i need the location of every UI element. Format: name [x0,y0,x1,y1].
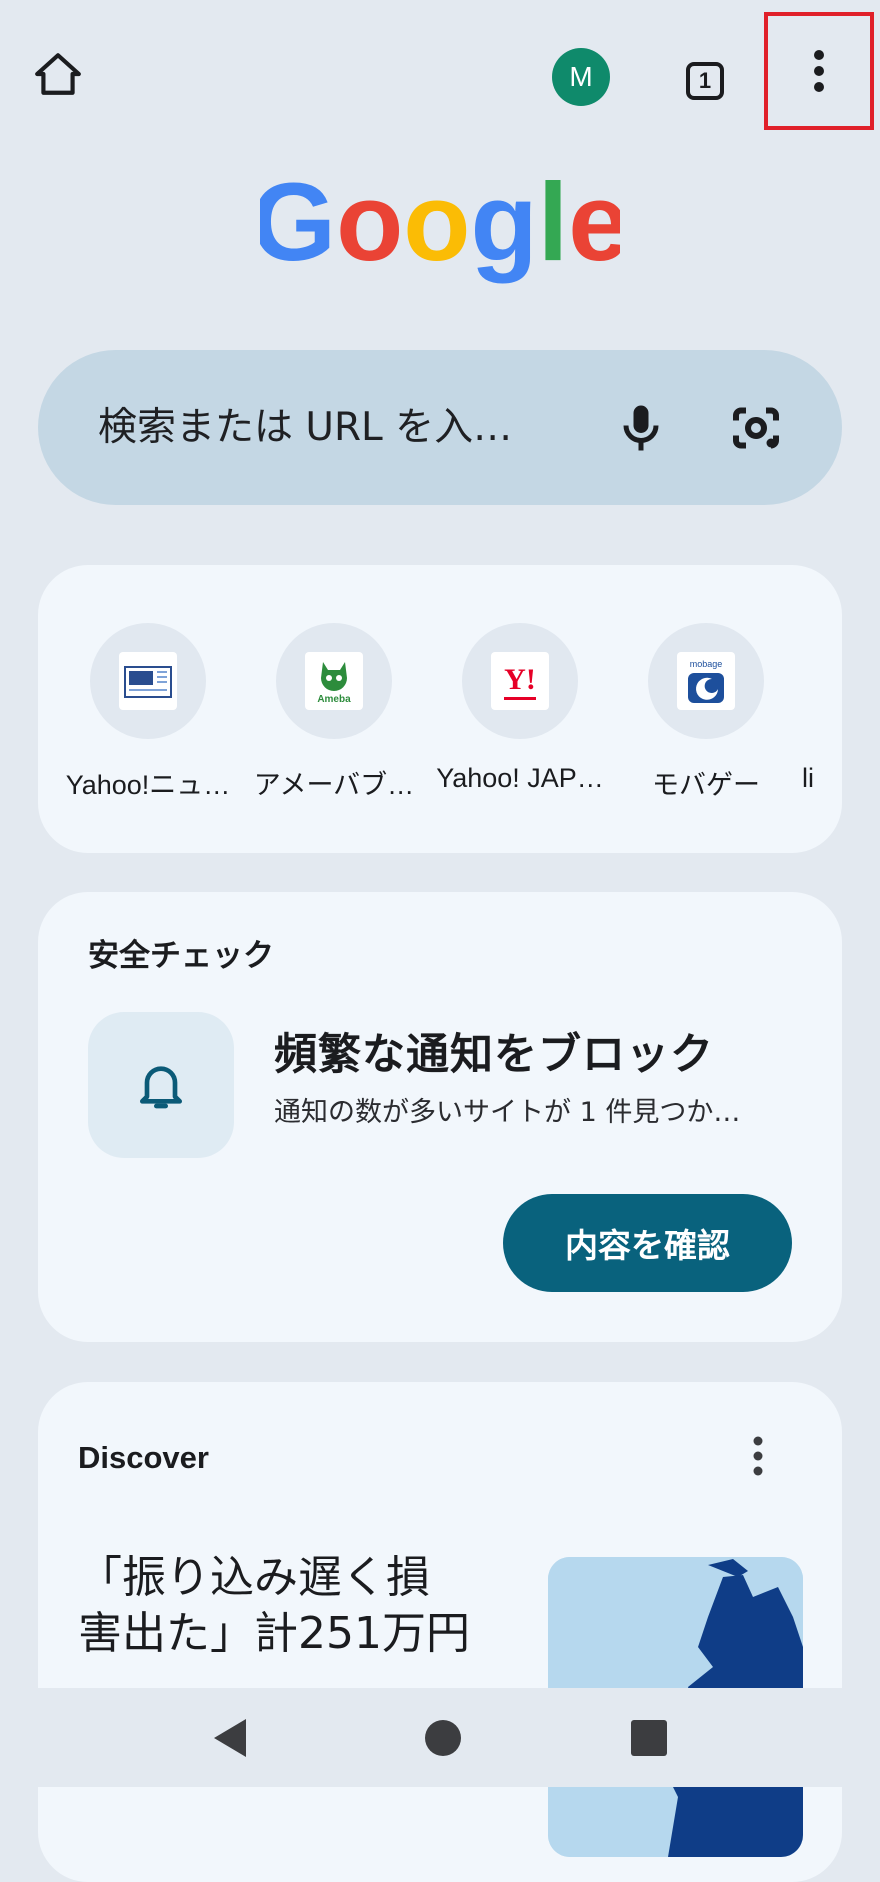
discover-title: Discover [78,1440,209,1475]
shortcut-label: モバゲー [652,770,760,800]
ameba-icon: Ameba [305,652,363,710]
shortcut-yahoo-japan[interactable]: Y! Yahoo! JAP… [430,623,610,794]
shortcut-label: アメーバブ… [253,770,415,800]
discover-menu-button[interactable] [728,1426,788,1486]
bell-icon-container [88,1012,234,1158]
logo-letter: o [336,161,403,284]
svg-text:mobage: mobage [690,659,723,669]
article-headline-line: 「振り込み遅く損 [78,1552,430,1603]
home-icon [35,53,81,95]
back-button[interactable] [206,1713,256,1763]
more-options-button[interactable] [764,12,874,130]
shortcut-label: li [802,763,814,793]
search-input[interactable]: 検索または URL を入… [98,350,512,505]
safety-check-heading: 頻繁な通知をブロック [274,1030,714,1080]
yahoo-icon: Y! [491,652,549,710]
news-icon [119,652,177,710]
bell-icon [140,1066,183,1109]
mobage-icon: mobage [677,652,735,710]
article-headline[interactable]: 「振り込み遅く損 害出た」計251万円 [78,1550,518,1662]
svg-text:Y!: Y! [504,663,536,696]
shortcut-label: Yahoo!ニュ… [65,770,231,800]
svg-text:Ameba: Ameba [317,694,351,705]
home-circle-icon [425,1720,461,1756]
shortcut-label: Yahoo! JAP… [436,763,604,793]
logo-letter: g [471,161,538,284]
logo-letter: G [260,161,336,284]
home-button[interactable] [22,38,94,110]
tab-switcher-button[interactable]: 1 [676,52,734,110]
shortcut-mobage[interactable]: mobage モバゲー [616,623,796,802]
google-logo: Google [0,160,880,300]
lens-search-button[interactable] [726,398,786,458]
article-headline-line: 害出た」計251万円 [78,1608,470,1659]
safety-check-subtext: 通知の数が多いサイトが 1 件見つか… [274,1097,741,1128]
svg-text:Google: Google [260,161,620,284]
shortcuts-card: Yahoo!ニュ… Ameba アメーバブ… Y! Yahoo! JAP… mo… [38,565,842,853]
search-box[interactable]: 検索または URL を入… [38,350,842,505]
shortcut-partial[interactable]: li [802,623,842,794]
tab-count: 1 [698,68,712,93]
tab-count-icon: 1 [686,62,724,100]
safety-check-title: 安全チェック [88,938,274,974]
safety-check-card: 安全チェック 頻繁な通知をブロック 通知の数が多いサイトが 1 件見つか… 内容… [38,892,842,1342]
camera-lens-icon [733,407,779,449]
voice-search-button[interactable] [611,398,671,458]
review-button[interactable]: 内容を確認 [503,1194,792,1292]
discover-card: Discover 「振り込み遅く損 害出た」計251万円 [38,1382,842,1882]
more-vert-icon [814,50,824,92]
system-navigation-bar [0,1688,880,1787]
logo-letter: l [538,161,569,284]
logo-letter: o [403,161,470,284]
more-vert-icon [753,1436,763,1476]
shortcut-yahoo-news[interactable]: Yahoo!ニュ… [58,623,238,802]
avatar-letter: M [569,61,593,92]
home-nav-button[interactable] [418,1713,468,1763]
recents-button[interactable] [624,1713,674,1763]
back-triangle-icon [214,1719,246,1757]
recents-square-icon [631,1720,667,1756]
mic-icon [623,405,659,451]
logo-letter: e [568,161,620,284]
account-avatar[interactable]: M [552,48,610,106]
shortcut-ameba[interactable]: Ameba アメーバブ… [244,623,424,802]
